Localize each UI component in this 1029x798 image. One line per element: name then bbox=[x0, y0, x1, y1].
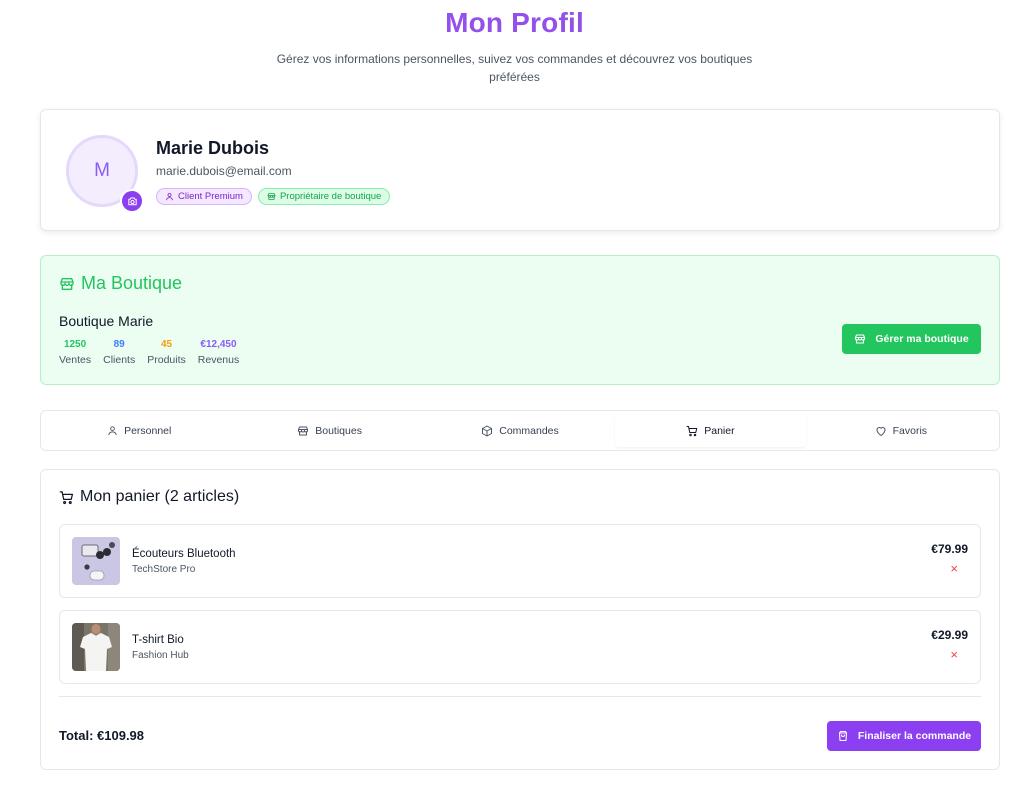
remove-item-button[interactable]: × bbox=[950, 562, 958, 576]
shopping-bag-icon bbox=[838, 730, 847, 742]
checkout-label: Finaliser la commande bbox=[857, 730, 972, 742]
tab-label: Commandes bbox=[499, 424, 559, 437]
cart-total: Total: €109.98 bbox=[59, 728, 145, 743]
badge-shop-owner: Propriétaire de boutique bbox=[257, 188, 391, 205]
badge-label: Client Premium bbox=[178, 191, 243, 202]
stat-label: Produits bbox=[147, 354, 186, 366]
shop-heading: Ma Boutique bbox=[59, 273, 182, 294]
item-shop: Fashion Hub bbox=[132, 650, 189, 661]
user-icon bbox=[108, 426, 117, 436]
tab-favoris[interactable]: Favoris bbox=[806, 414, 996, 447]
cart-heading: Mon panier (2 articles) bbox=[59, 488, 239, 506]
tab-commandes[interactable]: Commandes bbox=[425, 414, 615, 447]
stat-label: Ventes bbox=[59, 354, 92, 366]
shop-name: Boutique Marie bbox=[59, 313, 154, 329]
cart-heading-label: Mon panier (2 articles) bbox=[80, 488, 240, 505]
user-icon bbox=[166, 193, 173, 201]
stat-sales: 1250 Ventes bbox=[59, 338, 91, 368]
item-price: €29.99 bbox=[931, 628, 968, 642]
stat-clients: 89 Clients bbox=[103, 338, 135, 368]
profile-email: marie.dubois@email.com bbox=[156, 164, 292, 178]
shop-heading-label: Ma Boutique bbox=[81, 273, 183, 293]
camera-icon bbox=[127, 196, 137, 205]
item-price: €79.99 bbox=[931, 542, 968, 556]
remove-item-button[interactable]: × bbox=[950, 648, 958, 662]
stat-value: 1250 bbox=[63, 339, 87, 350]
cart-divider bbox=[59, 696, 981, 697]
badge-label: Propriétaire de boutique bbox=[279, 191, 382, 202]
cart-card: Mon panier (2 articles) Écouteurs Blueto… bbox=[40, 469, 1000, 770]
cart-icon bbox=[59, 490, 74, 504]
page-subtitle: Gérez vos informations personnelles, sui… bbox=[276, 52, 753, 84]
profile-name: Marie Dubois bbox=[156, 138, 270, 158]
profile-card: M Marie Dubois marie.dubois@email.com Cl… bbox=[40, 109, 1000, 231]
tab-boutiques[interactable]: Boutiques bbox=[234, 414, 424, 447]
profile-tabs: Personnel Boutiques Commandes Panier Fav… bbox=[40, 410, 1000, 451]
item-shop: TechStore Pro bbox=[132, 564, 196, 575]
checkout-button[interactable]: Finaliser la commande bbox=[827, 721, 981, 751]
shop-stats: 1250 Ventes 89 Clients 45 Produits €12,4… bbox=[59, 338, 239, 368]
tab-panier[interactable]: Panier bbox=[615, 414, 806, 447]
store-icon bbox=[60, 277, 74, 290]
tab-personnel[interactable]: Personnel bbox=[44, 414, 234, 447]
badge-client-premium: Client Premium bbox=[156, 188, 252, 205]
cart-icon bbox=[686, 425, 698, 436]
heart-icon bbox=[876, 426, 886, 436]
item-name: Écouteurs Bluetooth bbox=[132, 548, 236, 560]
store-icon bbox=[267, 193, 276, 200]
store-icon bbox=[855, 334, 866, 344]
cart-item: T-shirt Bio Fashion Hub €29.99 × bbox=[59, 610, 981, 684]
stat-value: €12,450 bbox=[200, 339, 237, 350]
cart-item: Écouteurs Bluetooth TechStore Pro €79.99… bbox=[59, 524, 981, 598]
page-header: Mon Profil Gérez vos informations person… bbox=[0, 0, 1029, 86]
package-icon bbox=[482, 425, 493, 436]
tab-label: Panier bbox=[704, 424, 735, 437]
page-title: Mon Profil bbox=[445, 7, 584, 38]
stat-revenue: €12,450 Revenus bbox=[198, 338, 239, 368]
tab-label: Favoris bbox=[892, 424, 928, 437]
tab-label: Personnel bbox=[124, 424, 172, 437]
manage-shop-label: Gérer ma boutique bbox=[875, 333, 969, 345]
stat-value: 89 bbox=[113, 339, 125, 350]
product-image-tshirt bbox=[72, 623, 120, 671]
stat-products: 45 Produits bbox=[147, 338, 186, 368]
change-avatar-button[interactable] bbox=[120, 189, 144, 213]
item-name: T-shirt Bio bbox=[132, 634, 184, 646]
manage-shop-button[interactable]: Gérer ma boutique bbox=[842, 324, 981, 354]
tab-label: Boutiques bbox=[315, 424, 362, 437]
product-image-earbuds bbox=[72, 537, 120, 585]
store-icon bbox=[298, 426, 309, 435]
stat-value: 45 bbox=[160, 339, 173, 350]
shop-card: Ma Boutique Boutique Marie 1250 Ventes 8… bbox=[40, 255, 1000, 385]
stat-label: Revenus bbox=[197, 354, 240, 366]
stat-label: Clients bbox=[103, 354, 136, 366]
profile-badges: Client Premium Propriétaire de boutique bbox=[156, 188, 391, 205]
